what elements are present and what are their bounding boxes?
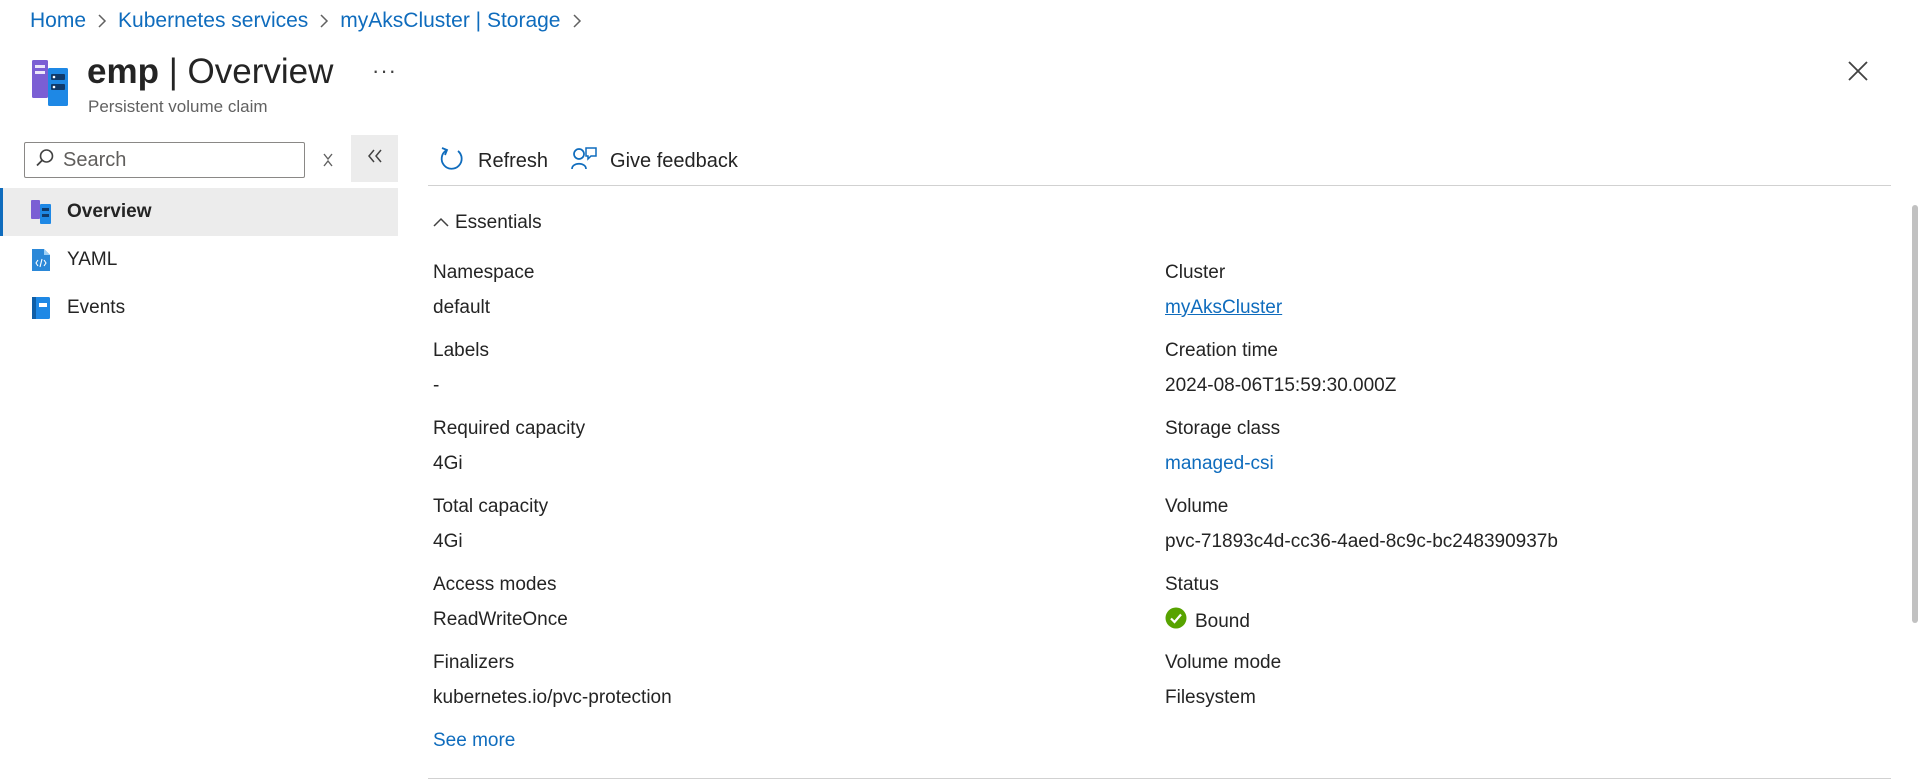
give-feedback-label: Give feedback: [610, 150, 738, 172]
events-icon: [30, 296, 52, 320]
property-storage-class: Storage class managed-csi: [1165, 416, 1558, 494]
nav-item-label: Overview: [67, 201, 152, 222]
property-creation-time: Creation time 2024-08-06T15:59:30.000Z: [1165, 338, 1558, 416]
feedback-icon: [570, 145, 610, 179]
property-value: -: [433, 375, 440, 396]
property-label: Required capacity: [433, 418, 586, 439]
page-header: emp | Overview Persistent volume claim ·…: [30, 52, 1918, 122]
property-volume: Volume pvc-71893c4d-cc36-4aed-8c9c-bc248…: [1165, 494, 1558, 572]
essentials-left-column: Namespace default Labels - Required capa…: [433, 260, 672, 728]
page-title: emp | Overview: [87, 52, 333, 92]
chevron-right-icon: [561, 8, 593, 34]
more-options-button[interactable]: ···: [372, 58, 397, 84]
give-feedback-button[interactable]: Give feedback: [570, 145, 738, 179]
status-value: Bound: [1165, 607, 1558, 637]
resource-type: Persistent volume claim: [88, 97, 268, 116]
chevron-right-icon: [86, 8, 118, 34]
property-total-capacity: Total capacity 4Gi: [433, 494, 672, 572]
property-value: Filesystem: [1165, 687, 1256, 708]
resource-menu: Overview YAML Events: [0, 188, 398, 332]
see-more-link[interactable]: See more: [433, 730, 515, 752]
yaml-file-icon: [30, 248, 52, 272]
nav-item-yaml[interactable]: YAML: [0, 236, 398, 284]
chevron-right-icon: [308, 8, 340, 34]
essentials-toggle[interactable]: Essentials: [433, 212, 542, 234]
property-access-modes: Access modes ReadWriteOnce: [433, 572, 672, 650]
property-labels: Labels -: [433, 338, 672, 416]
property-label: Volume: [1165, 496, 1229, 517]
search-field[interactable]: [24, 142, 305, 178]
property-label: Finalizers: [433, 652, 515, 673]
property-value: pvc-71893c4d-cc36-4aed-8c9c-bc248390937b: [1165, 531, 1558, 552]
property-label: Status: [1165, 574, 1219, 595]
property-required-capacity: Required capacity 4Gi: [433, 416, 672, 494]
refresh-label: Refresh: [478, 150, 549, 172]
property-label: Storage class: [1165, 418, 1281, 439]
chevron-up-icon: [433, 212, 455, 234]
success-check-icon: [1165, 607, 1195, 637]
essentials-right-column: Cluster myAksCluster Creation time 2024-…: [1165, 260, 1558, 728]
property-value: 2024-08-06T15:59:30.000Z: [1165, 375, 1397, 396]
property-value: 4Gi: [433, 453, 463, 474]
double-chevron-left-icon: [367, 149, 383, 168]
search-input[interactable]: [63, 148, 283, 172]
storage-class-link[interactable]: managed-csi: [1165, 451, 1558, 477]
property-value: 4Gi: [433, 531, 463, 552]
vertical-scrollbar[interactable]: [1912, 205, 1918, 623]
property-label: Total capacity: [433, 496, 549, 517]
close-icon[interactable]: [1846, 59, 1870, 83]
property-volume-mode: Volume mode Filesystem: [1165, 650, 1558, 728]
status-text: Bound: [1195, 611, 1250, 632]
search-icon: [35, 148, 55, 173]
property-label: Access modes: [433, 574, 557, 595]
nav-item-overview[interactable]: Overview: [0, 188, 398, 236]
collapse-menu-button[interactable]: [351, 135, 398, 182]
nav-item-events[interactable]: Events: [0, 284, 398, 332]
property-label: Labels: [433, 340, 489, 361]
breadcrumb-cluster-storage[interactable]: myAksCluster | Storage: [340, 9, 560, 33]
property-cluster: Cluster myAksCluster: [1165, 260, 1558, 338]
property-value: ReadWriteOnce: [433, 609, 568, 630]
property-finalizers: Finalizers kubernetes.io/pvc-protection: [433, 650, 672, 728]
property-label: Namespace: [433, 262, 535, 283]
breadcrumb-kubernetes-services[interactable]: Kubernetes services: [118, 9, 308, 33]
pvc-icon: [30, 200, 52, 224]
property-namespace: Namespace default: [433, 260, 672, 338]
pvc-icon: [30, 60, 70, 108]
property-value: kubernetes.io/pvc-protection: [433, 687, 672, 708]
property-label: Cluster: [1165, 262, 1226, 283]
nav-item-label: YAML: [67, 249, 118, 270]
cluster-link[interactable]: myAksCluster: [1165, 295, 1558, 321]
nav-item-label: Events: [67, 297, 126, 318]
divider: [428, 778, 1891, 779]
refresh-button[interactable]: Refresh: [438, 145, 548, 179]
property-status: Status Bound: [1165, 572, 1558, 650]
clear-search-icon[interactable]: [318, 150, 338, 170]
page-section: | Overview: [158, 52, 334, 91]
resource-name: emp: [87, 52, 159, 91]
breadcrumb-home[interactable]: Home: [30, 9, 86, 33]
property-label: Creation time: [1165, 340, 1278, 361]
refresh-icon: [438, 145, 478, 179]
property-value: default: [433, 297, 491, 318]
command-bar: Refresh Give feedback: [428, 138, 1891, 186]
property-label: Volume mode: [1165, 652, 1282, 673]
essentials-label: Essentials: [455, 212, 542, 233]
breadcrumb: Home Kubernetes services myAksCluster | …: [30, 8, 593, 34]
